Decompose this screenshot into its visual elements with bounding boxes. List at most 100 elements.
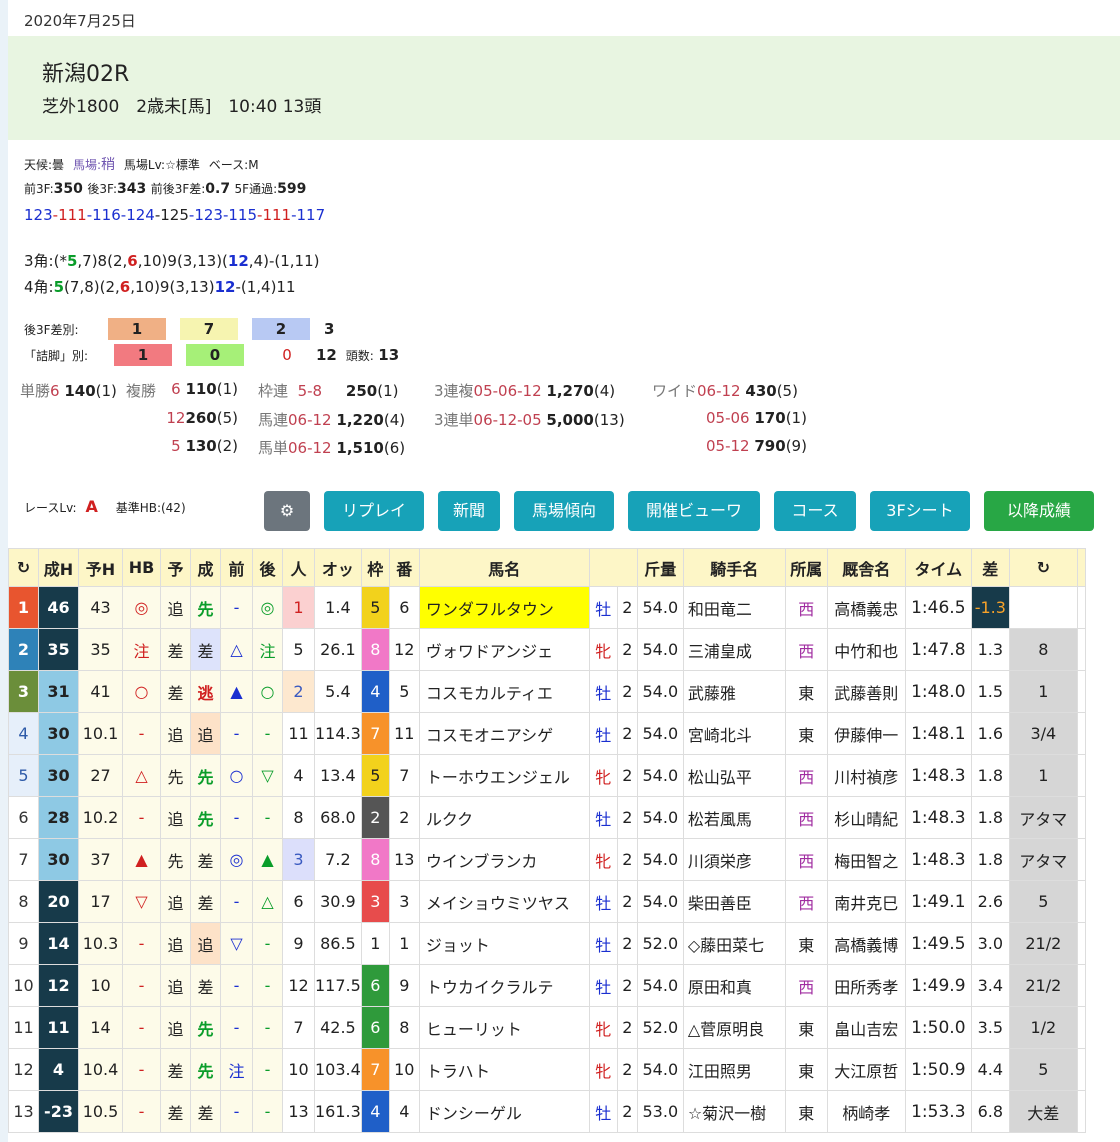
col-header[interactable]: 後 [252, 548, 283, 587]
tri-amt: 5,000 [546, 411, 594, 429]
table-cell: - [122, 1048, 161, 1091]
jockey-name: 川須栄彦 [682, 838, 786, 881]
col-header[interactable]: 予 [160, 548, 191, 587]
finish-time: 1:49.5 [904, 922, 972, 965]
col-header[interactable]: 予H [78, 548, 123, 587]
finish-time: 1:48.1 [904, 712, 972, 755]
table-cell: - [220, 712, 253, 755]
col-header[interactable]: 枠 [360, 548, 390, 587]
track-bias-button[interactable]: 馬場傾向 [514, 491, 614, 531]
table-cell: - [252, 1006, 283, 1049]
table-cell: △ [122, 754, 161, 797]
table-cell: ▲ [252, 838, 283, 881]
table-row[interactable]: 5 30 27 △ 先先 ○ ▽ 4 13.4 5 7 トーホウエンジェル牝 2 54.0 松山弘平西川村禎… [8, 754, 1086, 797]
waku-cell: 3 [360, 880, 390, 923]
table-row[interactable]: 10 12 10- 追差 - -12 117.5 6 9 トウカイクラルテ牡 2 54.0 原田和真西田… [8, 964, 1086, 1007]
table-row[interactable]: 4 30 10.1- 追追 - -11 114.3 7 11 コスモオニアシゲ牡 2 54.0 宮崎北斗… [8, 712, 1086, 755]
table-row[interactable]: 1 46 43 ◎ 追先 - ◎ 1 1.4 5 6 ワンダフルタウン牡 2 54.0 和田竜二西高橋義忠 1… [8, 586, 1086, 629]
col-header[interactable]: 番 [388, 548, 420, 587]
3f-sheet-button[interactable]: 3Fシート [870, 491, 970, 531]
table-cell: - [220, 880, 253, 923]
back3f: 343 [117, 181, 147, 197]
table-row[interactable]: 2 35 35 注差差 △ 注 5 26.1 8 12 ヴォワドアンジェ牝 2 54.0 三浦皇成西中竹和… [8, 628, 1086, 671]
table-row[interactable]: 11 11 14- 追先 - -7 42.5 6 8 ヒューリット牝 2 52.0 △菅原明良東畠山吉宏… [8, 1006, 1086, 1049]
row-edge [1076, 1090, 1086, 1133]
place3-pop: (2) [216, 437, 238, 455]
score-cell: 12 [38, 964, 79, 1007]
c3-e: 12 [227, 252, 249, 270]
margin-text: 1/2 [1008, 1006, 1078, 1049]
margin-cell: 1.5 [970, 670, 1010, 713]
table-cell: 注 [220, 1048, 253, 1091]
waku-cell: 7 [360, 1048, 390, 1091]
table-cell: 54.0 [636, 586, 684, 629]
replay-button[interactable]: リプレイ [324, 491, 424, 531]
margin-cell: 2.6 [970, 880, 1010, 923]
table-cell: ◎ [122, 586, 161, 629]
later-results-button[interactable]: 以降成績 [984, 491, 1094, 531]
table-cell: 追 [160, 796, 191, 839]
horse-name: ジョット [418, 922, 590, 965]
margin-text: アタマ [1008, 796, 1078, 839]
c3-f: ,4)-(1,11) [248, 252, 320, 270]
waku-cell: 8 [360, 838, 390, 881]
diff-label: 前後3F差: [150, 182, 206, 196]
gear-icon: ⚙ [279, 501, 295, 520]
table-row[interactable]: 6 28 10.2- 追先 - -8 68.0 2 2 ルクク牡 2 54.0 松若風馬西杉山晴紀 1:4… [8, 796, 1086, 839]
rank-cell: 8 [8, 880, 39, 923]
sex-cell: 牝 [588, 1048, 618, 1091]
reload-icon[interactable]: ↻ [8, 548, 39, 587]
col-header[interactable]: 差 [970, 548, 1010, 587]
row-edge [1076, 796, 1086, 839]
table-row[interactable]: 7 30 37 ▲ 先差 ◎ ▲ 3 7.2 8 13 ウインブランカ牝 2 54.0 川須栄彦西梅田智之 1… [8, 838, 1086, 881]
margin-cell: 1.6 [970, 712, 1010, 755]
col-header[interactable]: 人 [282, 548, 315, 587]
table-row[interactable]: 9 14 10.3- 追追 ▽ -9 86.5 1 1 ジョット牡 2 52.0 ◇藤田菜七東高橋義博 1… [8, 922, 1086, 965]
table-row[interactable]: 3 31 41 ○ 差逃 ▲ ○ 2 5.4 4 5 コスモカルティエ牡 2 54.0 武藤雅東武藤善則 1:… [8, 670, 1086, 713]
course-button[interactable]: コース [774, 491, 856, 531]
col-header[interactable]: HB [122, 548, 161, 587]
row-edge [1076, 754, 1086, 797]
level-value: A [85, 497, 98, 516]
jockey-name: 宮崎北斗 [682, 712, 786, 755]
refresh-icon[interactable]: ↻ [1008, 548, 1078, 587]
col-header[interactable]: タイム [904, 548, 972, 587]
col-header[interactable]: 所属 [784, 548, 828, 587]
results-table: ↻ 成H 予H HB 予 成 前 後 人 オッ 枠 番 馬名 斤量 騎手名 所属… [8, 548, 1086, 1133]
table-cell: 差 [190, 838, 221, 881]
table-cell: 4 [282, 754, 315, 797]
row-edge [1076, 712, 1086, 755]
trainer-name: 杉山晴紀 [826, 796, 906, 839]
col-header[interactable]: オッ [314, 548, 362, 587]
newspaper-button[interactable]: 新聞 [438, 491, 500, 531]
win-pop: (1) [95, 382, 117, 400]
trainer-name: 大江原哲 [826, 1048, 906, 1091]
rank-cell: 10 [8, 964, 39, 1007]
col-header[interactable]: 前 [220, 548, 253, 587]
rank-cell: 3 [8, 670, 39, 713]
meeting-viewer-button[interactable]: 開催ビューワ [628, 491, 760, 531]
col-header[interactable]: 厩舎名 [826, 548, 906, 587]
settings-button[interactable]: ⚙ [264, 491, 310, 531]
col-header[interactable]: 成H [38, 548, 79, 587]
table-cell: - [220, 1006, 253, 1049]
trainer-name: 梅田智之 [826, 838, 906, 881]
jockey-name: ☆菊沢一樹 [682, 1090, 786, 1133]
table-cell: ○ [122, 670, 161, 713]
c4-f: -(1,4)11 [235, 278, 296, 296]
col-header[interactable]: 成 [190, 548, 221, 587]
trainer-name: 高橋義忠 [826, 586, 906, 629]
table-row[interactable]: 13 -23 10.5- 差差 - -13 161.3 4 4 ドンシーゲル牡 2 53.0 ☆菊沢一樹… [8, 1090, 1086, 1133]
horse-name: トウカイクラルテ [418, 964, 590, 1007]
table-cell: 先 [190, 796, 221, 839]
row-edge [1076, 964, 1086, 1007]
split2-badge-1: 1 [114, 344, 172, 366]
col-header[interactable]: 馬名 [418, 548, 590, 587]
col-header[interactable]: 斤量 [636, 548, 684, 587]
level-label: レースLv: [24, 501, 77, 515]
table-row[interactable]: 8 20 17 ▽ 追差 - △ 6 30.9 3 3 メイショウミツヤス牡 2 54.0 柴田善臣西南井克… [8, 880, 1086, 923]
col-header[interactable]: 騎手名 [682, 548, 786, 587]
race-date: 2020年7月25日 [24, 12, 136, 30]
lap-value: 123 [194, 206, 223, 224]
table-row[interactable]: 12 4 10.4- 差先注 -10 103.4 7 10 トラハト牝 2 54.0 江田照男東大江原… [8, 1048, 1086, 1091]
